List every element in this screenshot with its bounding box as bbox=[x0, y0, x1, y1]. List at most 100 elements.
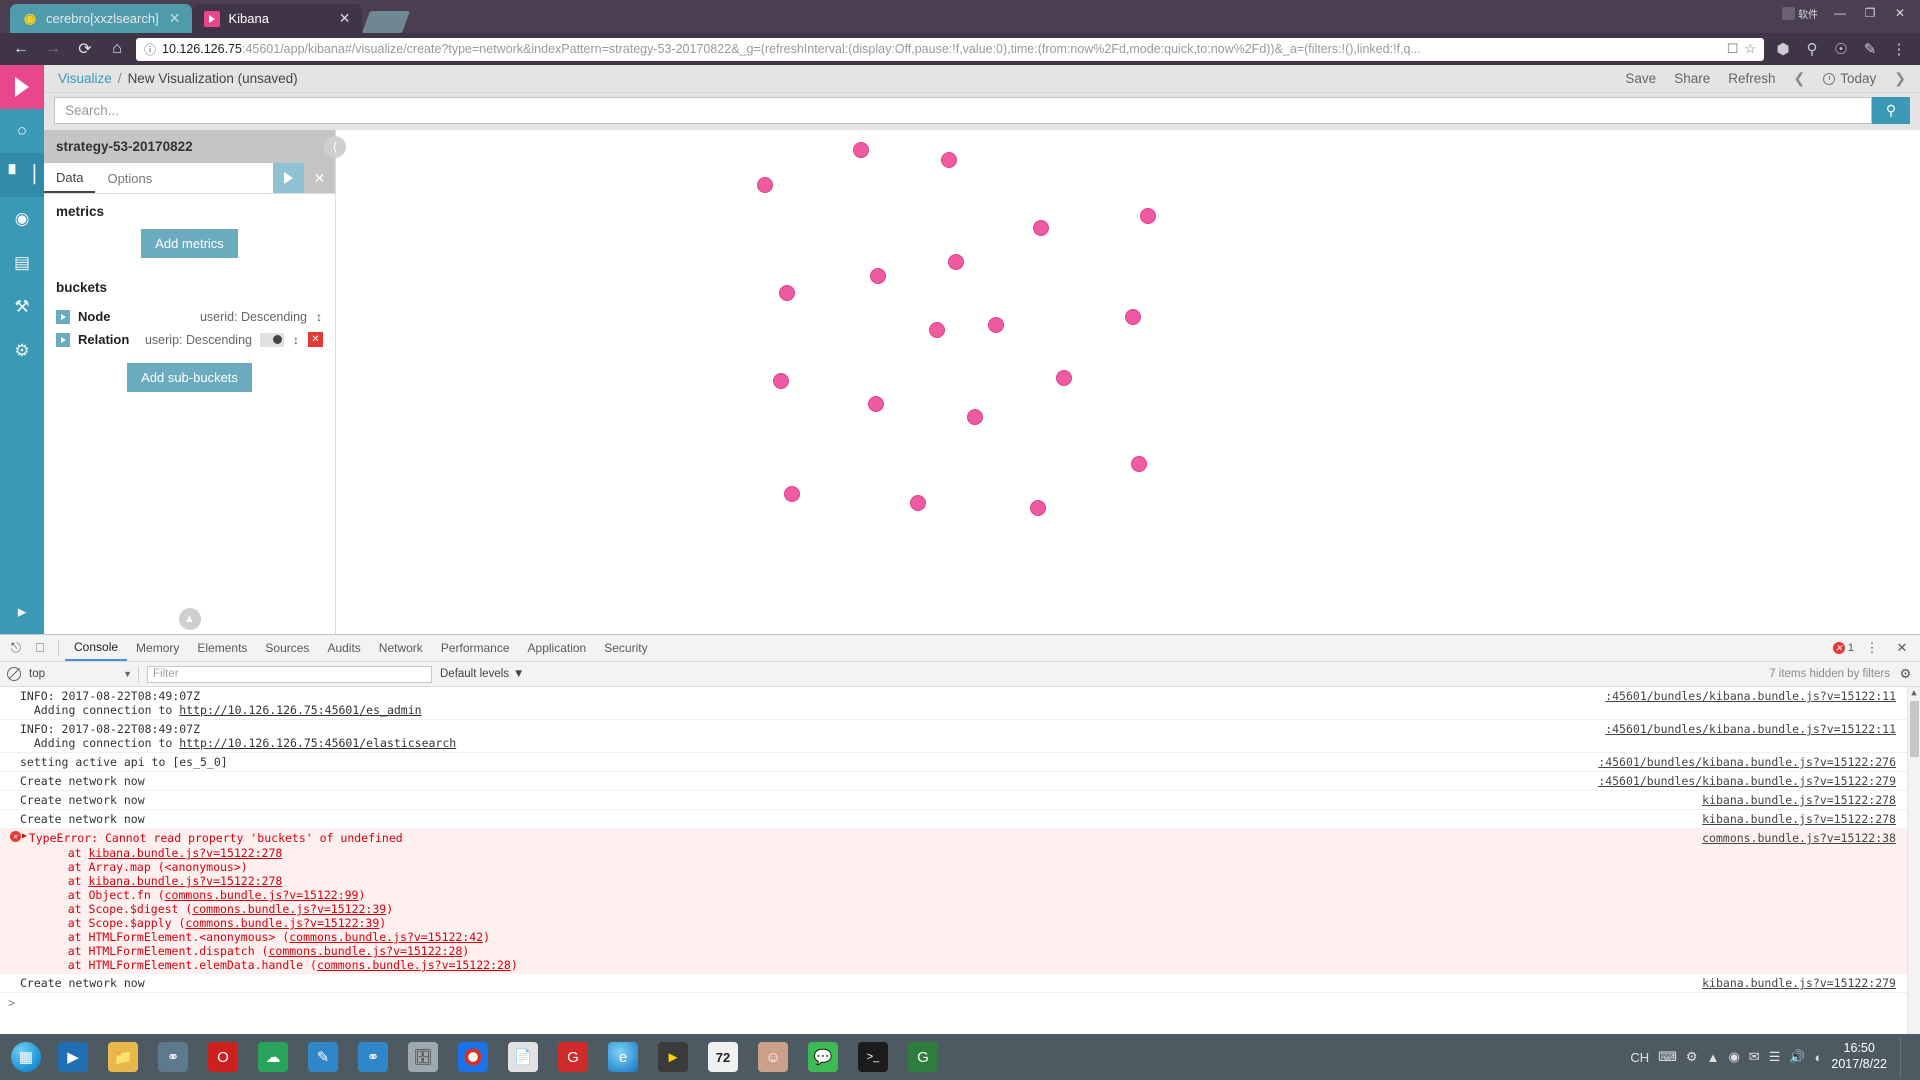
taskbar-item-g-red[interactable]: G bbox=[548, 1036, 598, 1078]
discard-changes-button[interactable]: ✕ bbox=[304, 163, 335, 193]
stack-frame[interactable]: at kibana.bundle.js?v=15122:278 bbox=[8, 874, 1920, 888]
console-source-link[interactable]: :45601/bundles/kibana.bundle.js?v=15122:… bbox=[1605, 689, 1920, 703]
console-source-link[interactable]: :45601/bundles/kibana.bundle.js?v=15122:… bbox=[1598, 755, 1920, 769]
tab-data[interactable]: Data bbox=[44, 163, 96, 193]
up-arrow-icon[interactable]: ▲ bbox=[1707, 1050, 1720, 1065]
window-close-button[interactable]: ✕ bbox=[1886, 2, 1914, 24]
graph-node[interactable] bbox=[988, 317, 1004, 333]
taskbar-item-document[interactable]: 📄 bbox=[498, 1036, 548, 1078]
save-to-pocket-icon[interactable]: ☐ bbox=[1727, 41, 1739, 57]
taskbar-item-media-player[interactable]: ▶ bbox=[48, 1036, 98, 1078]
tab-application[interactable]: Application bbox=[519, 635, 596, 661]
extension-puzzle-icon[interactable]: ⬢ bbox=[1770, 36, 1796, 62]
tab-audits[interactable]: Audits bbox=[318, 635, 369, 661]
sidebar-item-devtools[interactable]: ⚒ bbox=[0, 285, 44, 329]
stack-frame[interactable]: at Object.fn (commons.bundle.js?v=15122:… bbox=[8, 888, 1920, 902]
home-icon[interactable]: ⌂ bbox=[104, 36, 130, 62]
graph-node[interactable] bbox=[1131, 456, 1147, 472]
tab-elements[interactable]: Elements bbox=[188, 635, 256, 661]
settings-icon[interactable]: ⚙ bbox=[1686, 1049, 1698, 1065]
sidebar-item-discover[interactable]: ○ bbox=[0, 109, 44, 153]
stack-frame[interactable]: at Scope.$apply (commons.bundle.js?v=151… bbox=[8, 916, 1920, 930]
console-source-link[interactable]: kibana.bundle.js?v=15122:278 bbox=[1702, 793, 1920, 807]
taskbar-clock[interactable]: 16:50 2017/8/22 bbox=[1831, 1041, 1887, 1072]
network-graph-canvas[interactable] bbox=[336, 130, 1920, 634]
scrollbar-thumb[interactable] bbox=[1910, 701, 1919, 757]
remove-bucket-button[interactable]: ✕ bbox=[308, 332, 323, 347]
console-filter-input[interactable]: Filter bbox=[147, 665, 432, 683]
forward-icon[interactable]: → bbox=[40, 36, 66, 62]
tab-console[interactable]: Console bbox=[65, 635, 128, 661]
sidebar-item-management[interactable]: ⚙ bbox=[0, 329, 44, 373]
taskbar-item-photo[interactable]: ☺ bbox=[748, 1036, 798, 1078]
search-submit-button[interactable]: ⚲ bbox=[1872, 97, 1910, 124]
taskbar-item-archive[interactable]: 🗄 bbox=[398, 1036, 448, 1078]
taskbar-item-wechat[interactable]: 💬 bbox=[798, 1036, 848, 1078]
sidebar-collapse-icon[interactable]: ▸ bbox=[0, 590, 44, 634]
graph-node[interactable] bbox=[784, 486, 800, 502]
bookmark-star-icon[interactable]: ☆ bbox=[1744, 41, 1756, 57]
graph-node[interactable] bbox=[868, 396, 884, 412]
show-desktop-button[interactable] bbox=[1900, 1037, 1908, 1077]
console-source-link[interactable]: :45601/bundles/kibana.bundle.js?v=15122:… bbox=[1598, 774, 1920, 788]
collapse-bottom-button[interactable]: ▲ bbox=[178, 608, 201, 630]
graph-node[interactable] bbox=[773, 373, 789, 389]
taskbar-item-terminal[interactable]: >_ bbox=[848, 1036, 898, 1078]
scroll-up-icon[interactable]: ▲ bbox=[1908, 687, 1920, 700]
apply-changes-button[interactable] bbox=[273, 163, 304, 193]
breadcrumb-visualize[interactable]: Visualize bbox=[58, 71, 112, 86]
extension-badge[interactable]: 软件 bbox=[1782, 6, 1818, 21]
gear-icon[interactable]: ⚙ bbox=[1898, 666, 1913, 682]
devtools-more-icon[interactable]: ⋮ bbox=[1860, 636, 1884, 660]
window-maximize-button[interactable]: ❐ bbox=[1856, 2, 1884, 24]
graph-node[interactable] bbox=[853, 142, 869, 158]
graph-node[interactable] bbox=[1056, 370, 1072, 386]
taskbar-item-opera[interactable]: O bbox=[198, 1036, 248, 1078]
tab-security[interactable]: Security bbox=[595, 635, 656, 661]
error-count-badge[interactable]: ✕ 1 bbox=[1832, 642, 1854, 654]
graph-node[interactable] bbox=[948, 254, 964, 270]
stack-frame[interactable]: at kibana.bundle.js?v=15122:278 bbox=[8, 846, 1920, 860]
devtools-close-icon[interactable]: ✕ bbox=[1890, 636, 1914, 660]
taskbar-item-cloud[interactable]: ☁ bbox=[248, 1036, 298, 1078]
stack-frame[interactable]: at HTMLFormElement.elemData.handle (comm… bbox=[8, 958, 1920, 972]
browser-tab-kibana[interactable]: Kibana ✕ bbox=[192, 4, 363, 33]
taskbar-item-green-g[interactable]: G bbox=[898, 1036, 948, 1078]
bucket-enable-toggle[interactable] bbox=[260, 332, 284, 347]
taskbar-item-file-explorer[interactable]: 📁 bbox=[98, 1036, 148, 1078]
drag-handle-icon[interactable]: ↕ bbox=[315, 310, 323, 324]
expand-chevron-icon[interactable] bbox=[56, 332, 70, 347]
expand-triangle-icon[interactable]: ▶ bbox=[22, 831, 27, 840]
log-levels-select[interactable]: Default levels ▼ bbox=[440, 668, 524, 680]
sidebar-item-timelion[interactable]: ▤ bbox=[0, 241, 44, 285]
console-source-link[interactable]: kibana.bundle.js?v=15122:278 bbox=[1702, 812, 1920, 826]
clear-console-icon[interactable] bbox=[7, 667, 21, 681]
window-minimize-button[interactable]: — bbox=[1826, 2, 1854, 24]
time-next-icon[interactable]: ❯ bbox=[1894, 70, 1906, 87]
graph-node[interactable] bbox=[870, 268, 886, 284]
graph-node[interactable] bbox=[1030, 500, 1046, 516]
ime-indicator[interactable]: CH bbox=[1630, 1050, 1649, 1065]
stack-frame[interactable]: at Scope.$digest (commons.bundle.js?v=15… bbox=[8, 902, 1920, 916]
taskbar-item-editor[interactable]: ✎ bbox=[298, 1036, 348, 1078]
graph-node[interactable] bbox=[1140, 208, 1156, 224]
graph-node[interactable] bbox=[779, 285, 795, 301]
mail-icon[interactable]: ✉ bbox=[1749, 1049, 1760, 1065]
stack-frame[interactable]: at HTMLFormElement.dispatch (commons.bun… bbox=[8, 944, 1920, 958]
stack-frame[interactable]: at Array.map (<anonymous>) bbox=[8, 860, 1920, 874]
taskbar-item-monkey[interactable]: ⚭ bbox=[148, 1036, 198, 1078]
time-prev-icon[interactable]: ❮ bbox=[1794, 70, 1806, 87]
menu-icon[interactable]: ⋮ bbox=[1886, 36, 1912, 62]
console-inline-link[interactable]: http://10.126.126.75:45601/elasticsearch bbox=[179, 736, 456, 750]
console-prompt[interactable]: > bbox=[0, 993, 1920, 1013]
console-source-link[interactable]: :45601/bundles/kibana.bundle.js?v=15122:… bbox=[1605, 722, 1920, 736]
browser-tab-close-icon[interactable]: ✕ bbox=[337, 10, 353, 27]
browser-tray-icon[interactable]: ◐ bbox=[1815, 1050, 1823, 1065]
console-source-link[interactable]: commons.bundle.js?v=15122:38 bbox=[1702, 831, 1920, 845]
toggle-device-toolbar-icon[interactable]: ⎕ bbox=[28, 636, 52, 660]
console-scrollbar[interactable]: ▲ bbox=[1907, 687, 1920, 1034]
magnifier-icon[interactable]: ⚲ bbox=[1799, 36, 1825, 62]
camera-icon[interactable]: ◉ bbox=[1728, 1049, 1739, 1065]
sidebar-item-dashboard[interactable]: ◉ bbox=[0, 197, 44, 241]
console-inline-link[interactable]: http://10.126.126.75:45601/es_admin bbox=[179, 703, 421, 717]
